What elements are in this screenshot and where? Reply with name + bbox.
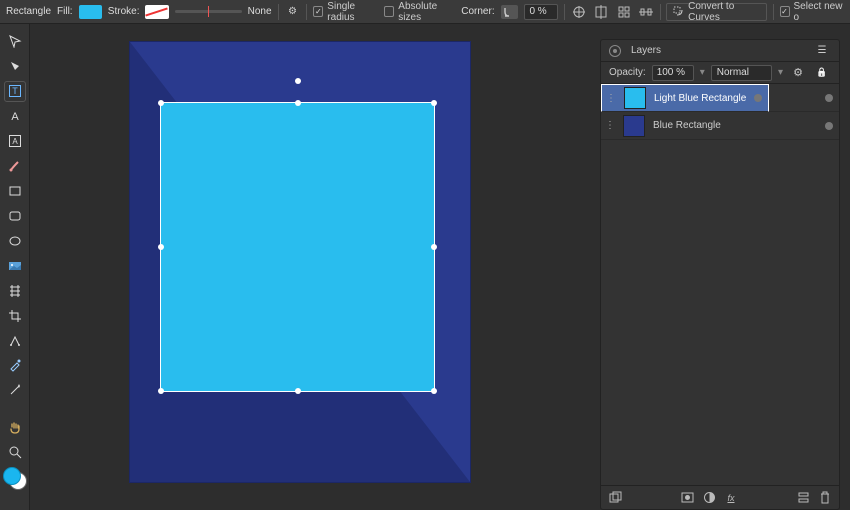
layer-options-row: Opacity: 100 % ▾ Normal ▾: [601, 62, 839, 84]
duplicate-layer-icon[interactable]: [607, 490, 623, 506]
layer-thumbnail: [623, 115, 645, 137]
right-panel-area: Layers ☰ Opacity: 100 % ▾ Normal ▾ ⋮Ligh…: [590, 24, 850, 510]
color-indicator[interactable]: [3, 467, 27, 490]
lock-icon[interactable]: [813, 64, 831, 82]
tool-spacer: [5, 406, 25, 412]
stroke-label: Stroke:: [108, 6, 140, 17]
divider: [660, 4, 661, 20]
panel-footer: fx: [601, 485, 839, 509]
layer-list[interactable]: ⋮Light Blue RectangleKDark Blue Triangle…: [601, 84, 839, 485]
blend-mode-dropdown[interactable]: Normal: [711, 65, 772, 81]
fill-swatch[interactable]: [79, 5, 102, 19]
distribute-icon[interactable]: [638, 3, 654, 21]
corner-label: Corner:: [461, 6, 494, 17]
convert-curves-icon: [673, 6, 684, 18]
layer-thumbnail: [623, 87, 645, 109]
gear-icon[interactable]: [789, 64, 807, 82]
align-center-icon[interactable]: [571, 3, 587, 21]
stroke-width-value: None: [248, 6, 272, 17]
ellipse-tool[interactable]: [5, 231, 25, 250]
svg-text:T: T: [12, 86, 18, 96]
fx-icon[interactable]: fx: [723, 490, 739, 506]
absolute-sizes-checkbox[interactable]: Absolute sizes: [384, 1, 455, 23]
checkbox-label: Absolute sizes: [398, 1, 455, 23]
opacity-label: Opacity:: [609, 67, 646, 78]
checkbox-check-icon: ✓: [313, 6, 323, 17]
effects-tool[interactable]: [5, 331, 25, 350]
visibility-dot-icon[interactable]: [825, 122, 833, 130]
merge-icon[interactable]: [795, 490, 811, 506]
convert-to-curves-button[interactable]: Convert to Curves: [666, 3, 766, 21]
crop-tool[interactable]: [5, 306, 25, 325]
svg-text:A: A: [12, 137, 18, 146]
rectangle-tool[interactable]: [5, 182, 25, 201]
place-image-tool[interactable]: [5, 256, 25, 275]
brush-tool[interactable]: [5, 157, 25, 176]
frame-text-tool[interactable]: T: [5, 82, 25, 101]
layer-row[interactable]: K Dark Blue Triangle: [601, 84, 839, 112]
zoom-tool[interactable]: [5, 442, 25, 461]
trash-icon[interactable]: [817, 490, 833, 506]
drag-handle-icon[interactable]: ⋮: [605, 120, 615, 131]
layer-row[interactable]: ⋮ Blue Rectangle: [601, 112, 839, 140]
stroke-swatch[interactable]: [145, 5, 168, 19]
foreground-color-swatch[interactable]: [3, 467, 21, 485]
stroke-width-slider[interactable]: [175, 10, 242, 13]
node-tool[interactable]: [5, 57, 25, 76]
text-frame-tool[interactable]: A: [5, 132, 25, 151]
rounded-rect-tool[interactable]: [5, 206, 25, 225]
layer-name: Dark Blue Triangle: [653, 92, 735, 103]
gear-icon[interactable]: [284, 3, 300, 21]
checkbox-label: Select new o: [794, 1, 845, 23]
adjustment-icon[interactable]: [701, 490, 717, 506]
mask-icon[interactable]: [679, 490, 695, 506]
single-radius-checkbox[interactable]: ✓ Single radius: [313, 1, 378, 23]
opacity-stepper-icon[interactable]: ▾: [700, 67, 705, 78]
wand-tool[interactable]: [5, 381, 25, 400]
divider: [564, 4, 565, 20]
divider: [278, 4, 279, 20]
select-new-checkbox[interactable]: ✓ Select new o: [780, 1, 844, 23]
tool-name-label: Rectangle: [6, 6, 51, 17]
divider: [773, 4, 774, 20]
divider: [306, 4, 307, 20]
light-blue-rectangle-shape[interactable]: [160, 102, 435, 392]
drag-handle-icon[interactable]: K: [605, 92, 615, 103]
snap-grid-icon[interactable]: [615, 3, 631, 21]
panel-menu-icon[interactable]: ☰: [813, 42, 831, 60]
checkbox-check-icon: ✓: [780, 6, 790, 17]
fill-label: Fill:: [57, 6, 73, 17]
pan-tool[interactable]: [5, 418, 25, 437]
visibility-dot-icon[interactable]: [825, 94, 833, 102]
corner-style-dropdown[interactable]: [501, 5, 519, 19]
eyedropper-tool[interactable]: [5, 356, 25, 375]
opacity-field[interactable]: 100 %: [652, 65, 694, 81]
transform-origin-icon[interactable]: [593, 3, 609, 21]
move-tool[interactable]: [5, 32, 25, 51]
artistic-text-tool[interactable]: A: [5, 107, 25, 126]
corner-value-field[interactable]: 0 %: [524, 4, 558, 20]
layers-panel: Layers ☰ Opacity: 100 % ▾ Normal ▾ ⋮Ligh…: [600, 39, 840, 510]
target-icon[interactable]: [609, 45, 621, 57]
artboard[interactable]: [130, 42, 470, 482]
button-label: Convert to Curves: [688, 1, 760, 23]
layer-name: Blue Rectangle: [653, 120, 721, 131]
blend-stepper-icon[interactable]: ▾: [778, 67, 783, 78]
assets-tool[interactable]: [5, 281, 25, 300]
checkbox-empty-icon: [384, 6, 394, 17]
tool-column: T A A: [0, 24, 30, 510]
panel-header: Layers ☰: [601, 40, 839, 62]
svg-text:A: A: [11, 111, 19, 123]
layers-tab[interactable]: Layers: [631, 45, 661, 56]
checkbox-label: Single radius: [327, 1, 378, 23]
context-toolbar: Rectangle Fill: Stroke: None ✓ Single ra…: [0, 0, 850, 24]
